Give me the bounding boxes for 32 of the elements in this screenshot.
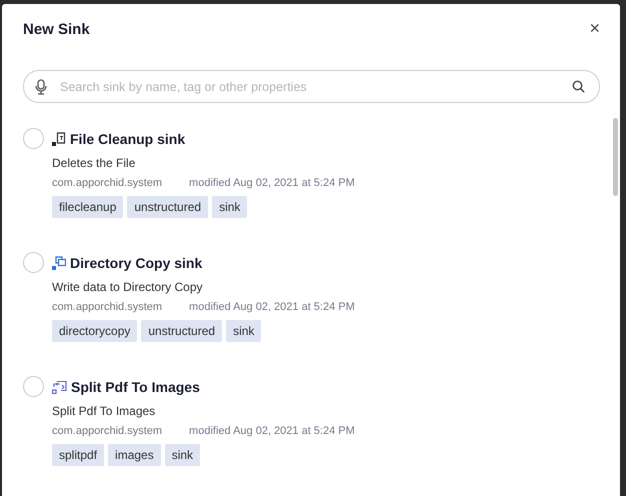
tag: directorycopy (52, 320, 138, 342)
sink-description: Write data to Directory Copy (52, 280, 204, 294)
close-button[interactable]: × (589, 18, 600, 40)
modified-date: modified Aug 02, 2021 at 5:24 PM (189, 301, 355, 313)
tag: sink (212, 196, 248, 218)
modified-date: modified Aug 02, 2021 at 5:24 PM (189, 177, 355, 189)
radio-button[interactable] (23, 252, 44, 273)
scrollbar-thumb[interactable] (613, 118, 618, 196)
tag: sink (164, 444, 200, 466)
sink-name: File Cleanup sink (70, 131, 186, 147)
split-icon (52, 380, 67, 394)
file-icon (52, 132, 66, 146)
sink-description: Deletes the File (52, 156, 136, 170)
tag: images (108, 444, 161, 466)
namespace-text: com.apporchid.system (52, 177, 162, 189)
sink-name: Directory Copy sink (70, 255, 202, 271)
radio-button[interactable] (23, 376, 44, 397)
tag: unstructured (127, 196, 208, 218)
dialog-title: New Sink (23, 20, 90, 38)
search-icon[interactable] (572, 80, 585, 93)
tag: unstructured (141, 320, 222, 342)
namespace-text: com.apporchid.system (52, 425, 162, 437)
namespace-text: com.apporchid.system (52, 301, 162, 313)
radio-button[interactable] (23, 128, 44, 149)
sink-description: Split Pdf To Images (52, 404, 156, 418)
tag: splitpdf (52, 444, 104, 466)
copy-icon (52, 256, 66, 270)
tag: filecleanup (52, 196, 124, 218)
search-field[interactable]: Search sink by name, tag or other properties (23, 70, 600, 103)
tag: sink (226, 320, 262, 342)
modified-date: modified Aug 02, 2021 at 5:24 PM (189, 425, 355, 437)
sink-name: Split Pdf To Images (71, 379, 200, 395)
